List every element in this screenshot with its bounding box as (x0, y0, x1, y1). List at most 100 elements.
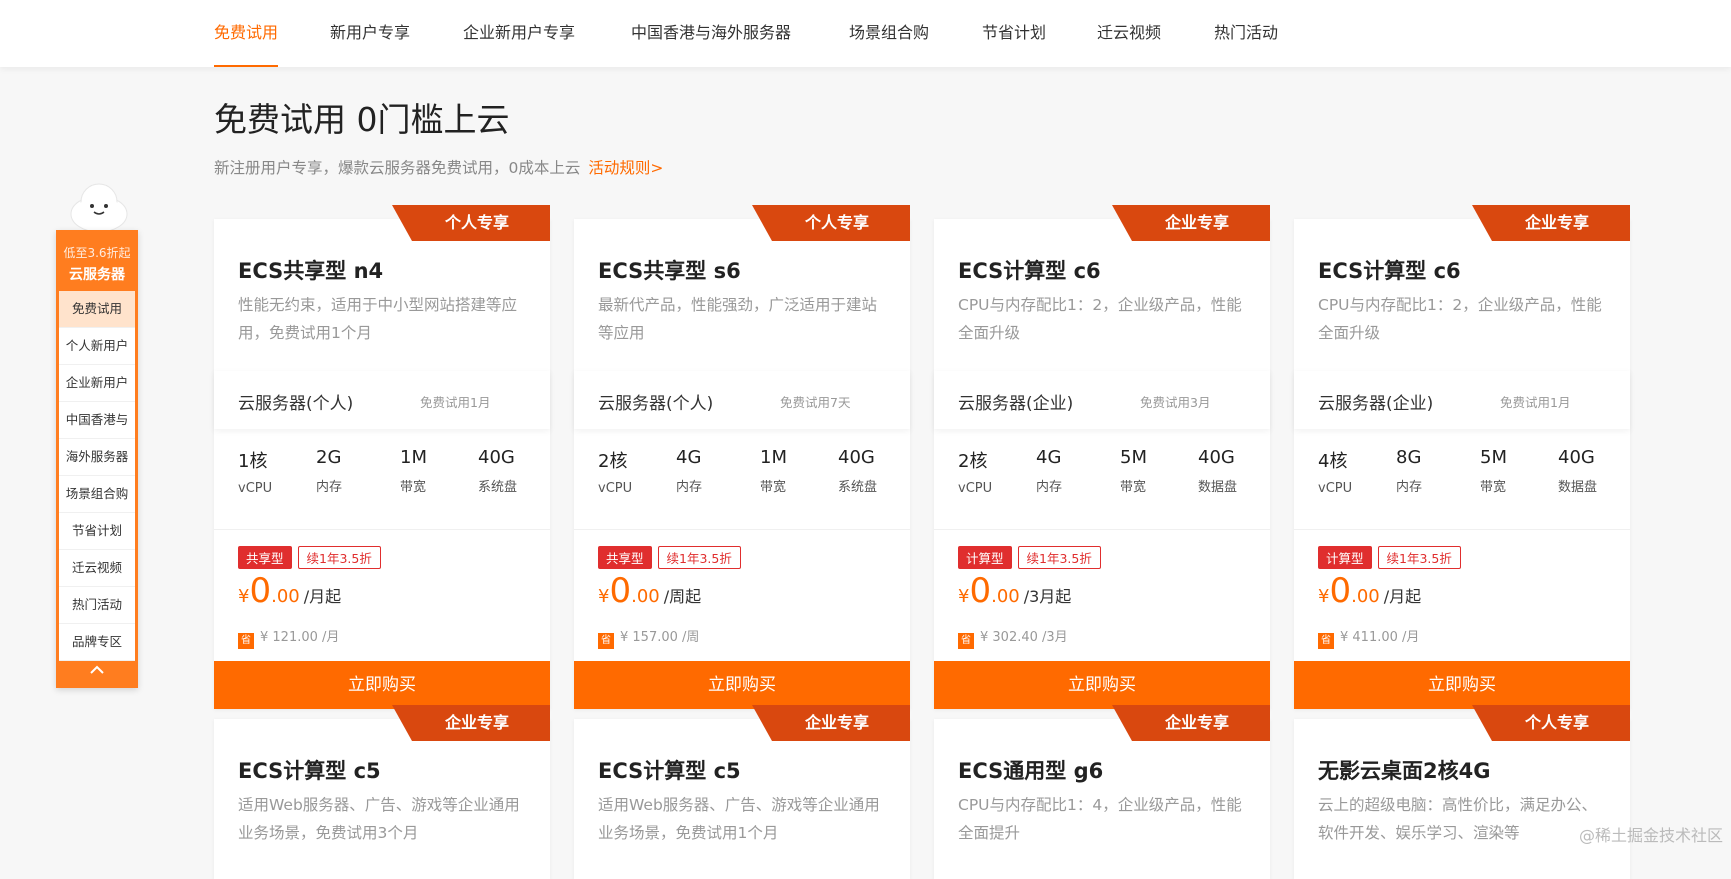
spec-label: 内存 (1036, 480, 1063, 495)
spec-value: 4G (1036, 447, 1062, 468)
sidebar-item-enterprise-new-user[interactable]: 企业新用户 (59, 365, 135, 402)
tab-hk-overseas[interactable]: 中国香港与海外服务器 (631, 0, 791, 67)
spec-label: 内存 (316, 480, 343, 495)
sidebar-item-hk[interactable]: 中国香港与 (59, 402, 135, 439)
price-decimal: .00 (991, 586, 1020, 607)
sidebar-item-personal-new-user[interactable]: 个人新用户 (59, 328, 135, 365)
tab-savings-plan[interactable]: 节省计划 (982, 0, 1046, 67)
price-unit: /月起 (303, 587, 342, 606)
sidebar-promo[interactable]: 低至3.6折起 云服务器 (56, 230, 138, 284)
price-decimal: .00 (631, 586, 660, 607)
spec-value: 5M (1120, 447, 1147, 468)
card-title: ECS共享型 s6 (598, 259, 741, 283)
price: ¥0.00/月起 (1318, 571, 1421, 611)
renew-tag: 续1年3.5折 (297, 546, 381, 569)
tab-migration-video[interactable]: 迁云视频 (1097, 0, 1161, 67)
back-to-top-button[interactable] (56, 652, 138, 688)
renew-tag: 续1年3.5折 (657, 546, 741, 569)
currency-symbol: ¥ (1318, 586, 1330, 607)
spec-trial: 免费试用1月 (420, 395, 491, 410)
sidebar-item-free-trial[interactable]: 免费试用 (59, 291, 135, 328)
save-badge: 省 (238, 633, 254, 649)
spec-bandwidth: 1M 带宽 (400, 447, 427, 495)
price-unit: /周起 (663, 587, 702, 606)
product-card: 企业专享 ECS计算型 c5 适用Web服务器、广告、游戏等企业通用业务场景，免… (574, 705, 910, 879)
original-price-value: ¥ 411.00 /月 (1340, 630, 1420, 645)
spec-label: 系统盘 (478, 480, 518, 495)
spec-label: 数据盘 (1198, 480, 1238, 495)
spec-value: 4G (676, 447, 702, 468)
spec-header: 云服务器(个人) 免费试用1月 (214, 371, 550, 429)
original-price: 省 ¥ 411.00 /月 (1318, 626, 1419, 649)
spec-name: 云服务器(个人) (238, 394, 354, 414)
price-integer: 0 (249, 571, 272, 611)
sidebar-item-overseas[interactable]: 海外服务器 (59, 439, 135, 476)
product-card: 个人专享 ECS共享型 n4 性能无约束，适用于中小型网站搭建等应用，免费试用1… (214, 205, 550, 709)
card-ribbon: 企业专享 (392, 705, 550, 741)
sidebar-item-hot-events[interactable]: 热门活动 (59, 587, 135, 624)
cloud-mascot-icon (70, 183, 128, 233)
spec-label: vCPU (1318, 481, 1353, 496)
price: ¥0.00/周起 (598, 571, 701, 611)
spec-value: 2核 (958, 451, 988, 472)
buy-now-button[interactable]: 立即购买 (1294, 661, 1630, 709)
buy-now-button[interactable]: 立即购买 (574, 661, 910, 709)
product-card: 企业专享 ECS计算型 c6 CPU与内存配比1：2，企业级产品，性能全面升级 … (934, 205, 1270, 709)
buy-now-button[interactable]: 立即购买 (214, 661, 550, 709)
spec-disk: 40G 数据盘 (1558, 447, 1597, 495)
card-description: 适用Web服务器、广告、游戏等企业通用业务场景，免费试用3个月 (238, 796, 520, 842)
card-description: CPU与内存配比1：4，企业级产品，性能全面提升 (958, 796, 1242, 842)
floating-sidebar: 低至3.6折起 云服务器 免费试用 个人新用户 企业新用户 中国香港与 海外服务… (56, 230, 138, 688)
tab-hot-events[interactable]: 热门活动 (1214, 0, 1278, 67)
spec-value: 5M (1480, 447, 1507, 468)
sidebar-promo-discount: 低至3.6折起 (63, 246, 131, 260)
price-decimal: .00 (271, 586, 300, 607)
spec-label: 带宽 (760, 480, 787, 495)
card-ribbon: 个人专享 (392, 205, 550, 241)
spec-value: 40G (1558, 447, 1595, 468)
price: ¥0.00/3月起 (958, 571, 1071, 611)
tab-scenario-bundle[interactable]: 场景组合购 (849, 0, 929, 67)
sidebar-list: 免费试用 个人新用户 企业新用户 中国香港与 海外服务器 场景组合购 节省计划 … (59, 291, 135, 661)
type-tag: 计算型 (958, 546, 1012, 569)
card-ribbon: 企业专享 (752, 705, 910, 741)
divider (1294, 529, 1630, 530)
product-card: 企业专享 ECS计算型 c5 适用Web服务器、广告、游戏等企业通用业务场景，免… (214, 705, 550, 879)
tag-group: 共享型 续1年3.5折 (238, 546, 381, 569)
spec-name: 云服务器(企业) (1318, 394, 1434, 414)
sidebar-item-migration-video[interactable]: 迁云视频 (59, 550, 135, 587)
spec-value: 40G (838, 447, 875, 468)
card-title: ECS通用型 g6 (958, 759, 1104, 783)
sidebar-item-scenario-bundle[interactable]: 场景组合购 (59, 476, 135, 513)
tab-free-trial[interactable]: 免费试用 (214, 0, 279, 67)
price-integer: 0 (1329, 571, 1352, 611)
tag-group: 计算型 续1年3.5折 (958, 546, 1101, 569)
spec-disk: 40G 系统盘 (478, 447, 517, 495)
type-tag: 计算型 (1318, 546, 1372, 569)
price-decimal: .00 (1351, 586, 1380, 607)
divider (574, 529, 910, 530)
tab-enterprise-new-user[interactable]: 企业新用户专享 (463, 0, 575, 67)
spec-label: 数据盘 (1558, 480, 1598, 495)
spec-value: 40G (478, 447, 515, 468)
spec-label: vCPU (958, 481, 993, 496)
spec-label: 内存 (1396, 480, 1423, 495)
spec-value: 1M (400, 447, 427, 468)
sidebar-item-savings-plan[interactable]: 节省计划 (59, 513, 135, 550)
activity-rules-link[interactable]: 活动规则> (588, 159, 663, 177)
spec-memory: 4G 内存 (1036, 447, 1062, 495)
watermark: @稀土掘金技术社区 (1578, 826, 1723, 845)
type-tag: 共享型 (238, 546, 292, 569)
card-title: ECS计算型 c6 (958, 259, 1101, 283)
spec-memory: 4G 内存 (676, 447, 702, 495)
buy-now-button[interactable]: 立即购买 (934, 661, 1270, 709)
card-title: 无影云桌面2核4G (1318, 759, 1491, 783)
spec-vcpu: 1核 vCPU (238, 447, 272, 496)
spec-value: 40G (1198, 447, 1235, 468)
type-tag: 共享型 (598, 546, 652, 569)
product-card: 个人专享 ECS共享型 s6 最新代产品，性能强劲，广泛适用于建站等应用 云服务… (574, 205, 910, 709)
tab-new-user[interactable]: 新用户专享 (330, 0, 410, 67)
subtitle-text: 新注册用户专享，爆款云服务器免费试用，0成本上云 (214, 159, 581, 177)
card-ribbon: 个人专享 (1472, 705, 1630, 741)
product-card: 企业专享 ECS通用型 g6 CPU与内存配比1：4，企业级产品，性能全面提升 (934, 705, 1270, 879)
